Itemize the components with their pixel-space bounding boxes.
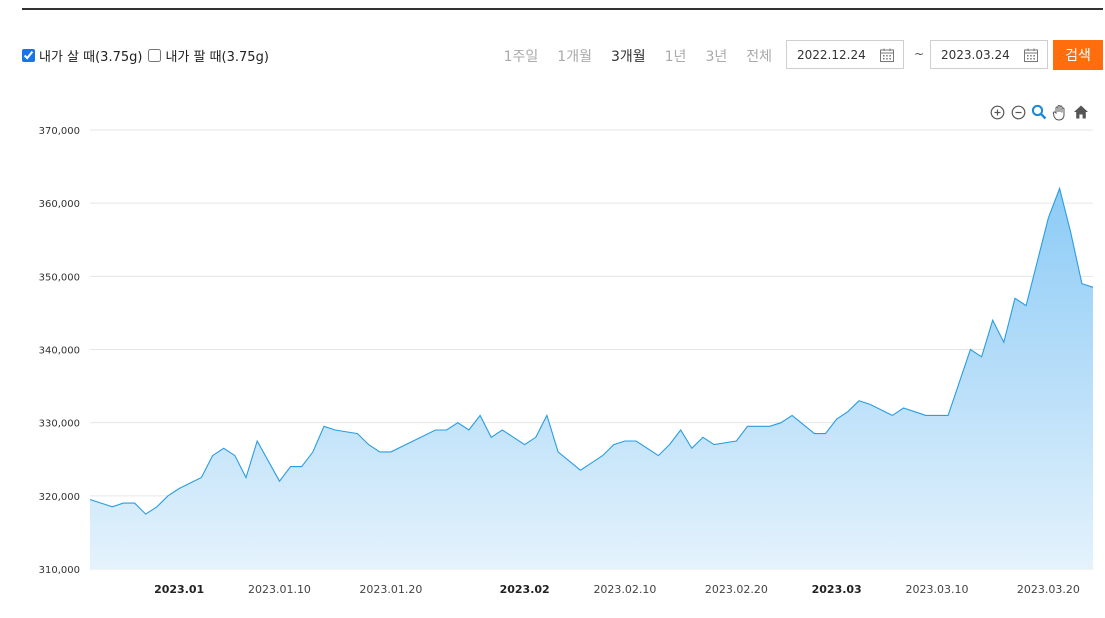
x-tick-label: 2023.02 (500, 583, 550, 596)
price-area (90, 188, 1093, 569)
y-tick-label: 340,000 (39, 346, 80, 357)
x-tick-label: 2023.01 (154, 583, 204, 596)
x-tick-label: 2023.01.10 (248, 583, 311, 596)
x-tick-label: 2023.02.10 (593, 583, 656, 596)
x-tick-label: 2023.03.10 (905, 583, 968, 596)
x-tick-label: 2023.03 (812, 583, 862, 596)
y-tick-label: 370,000 (39, 126, 80, 137)
y-tick-label: 320,000 (39, 492, 80, 503)
x-tick-label: 2023.03.20 (1017, 583, 1080, 596)
y-tick-label: 350,000 (39, 272, 80, 283)
x-tick-label: 2023.01.20 (359, 583, 422, 596)
y-tick-label: 310,000 (39, 565, 80, 576)
y-tick-label: 360,000 (39, 199, 80, 210)
y-tick-label: 330,000 (39, 419, 80, 430)
x-tick-label: 2023.02.20 (705, 583, 768, 596)
price-chart: 310,000 320,000 330,000 340,000 350,000 360,0… (39, 126, 1094, 596)
